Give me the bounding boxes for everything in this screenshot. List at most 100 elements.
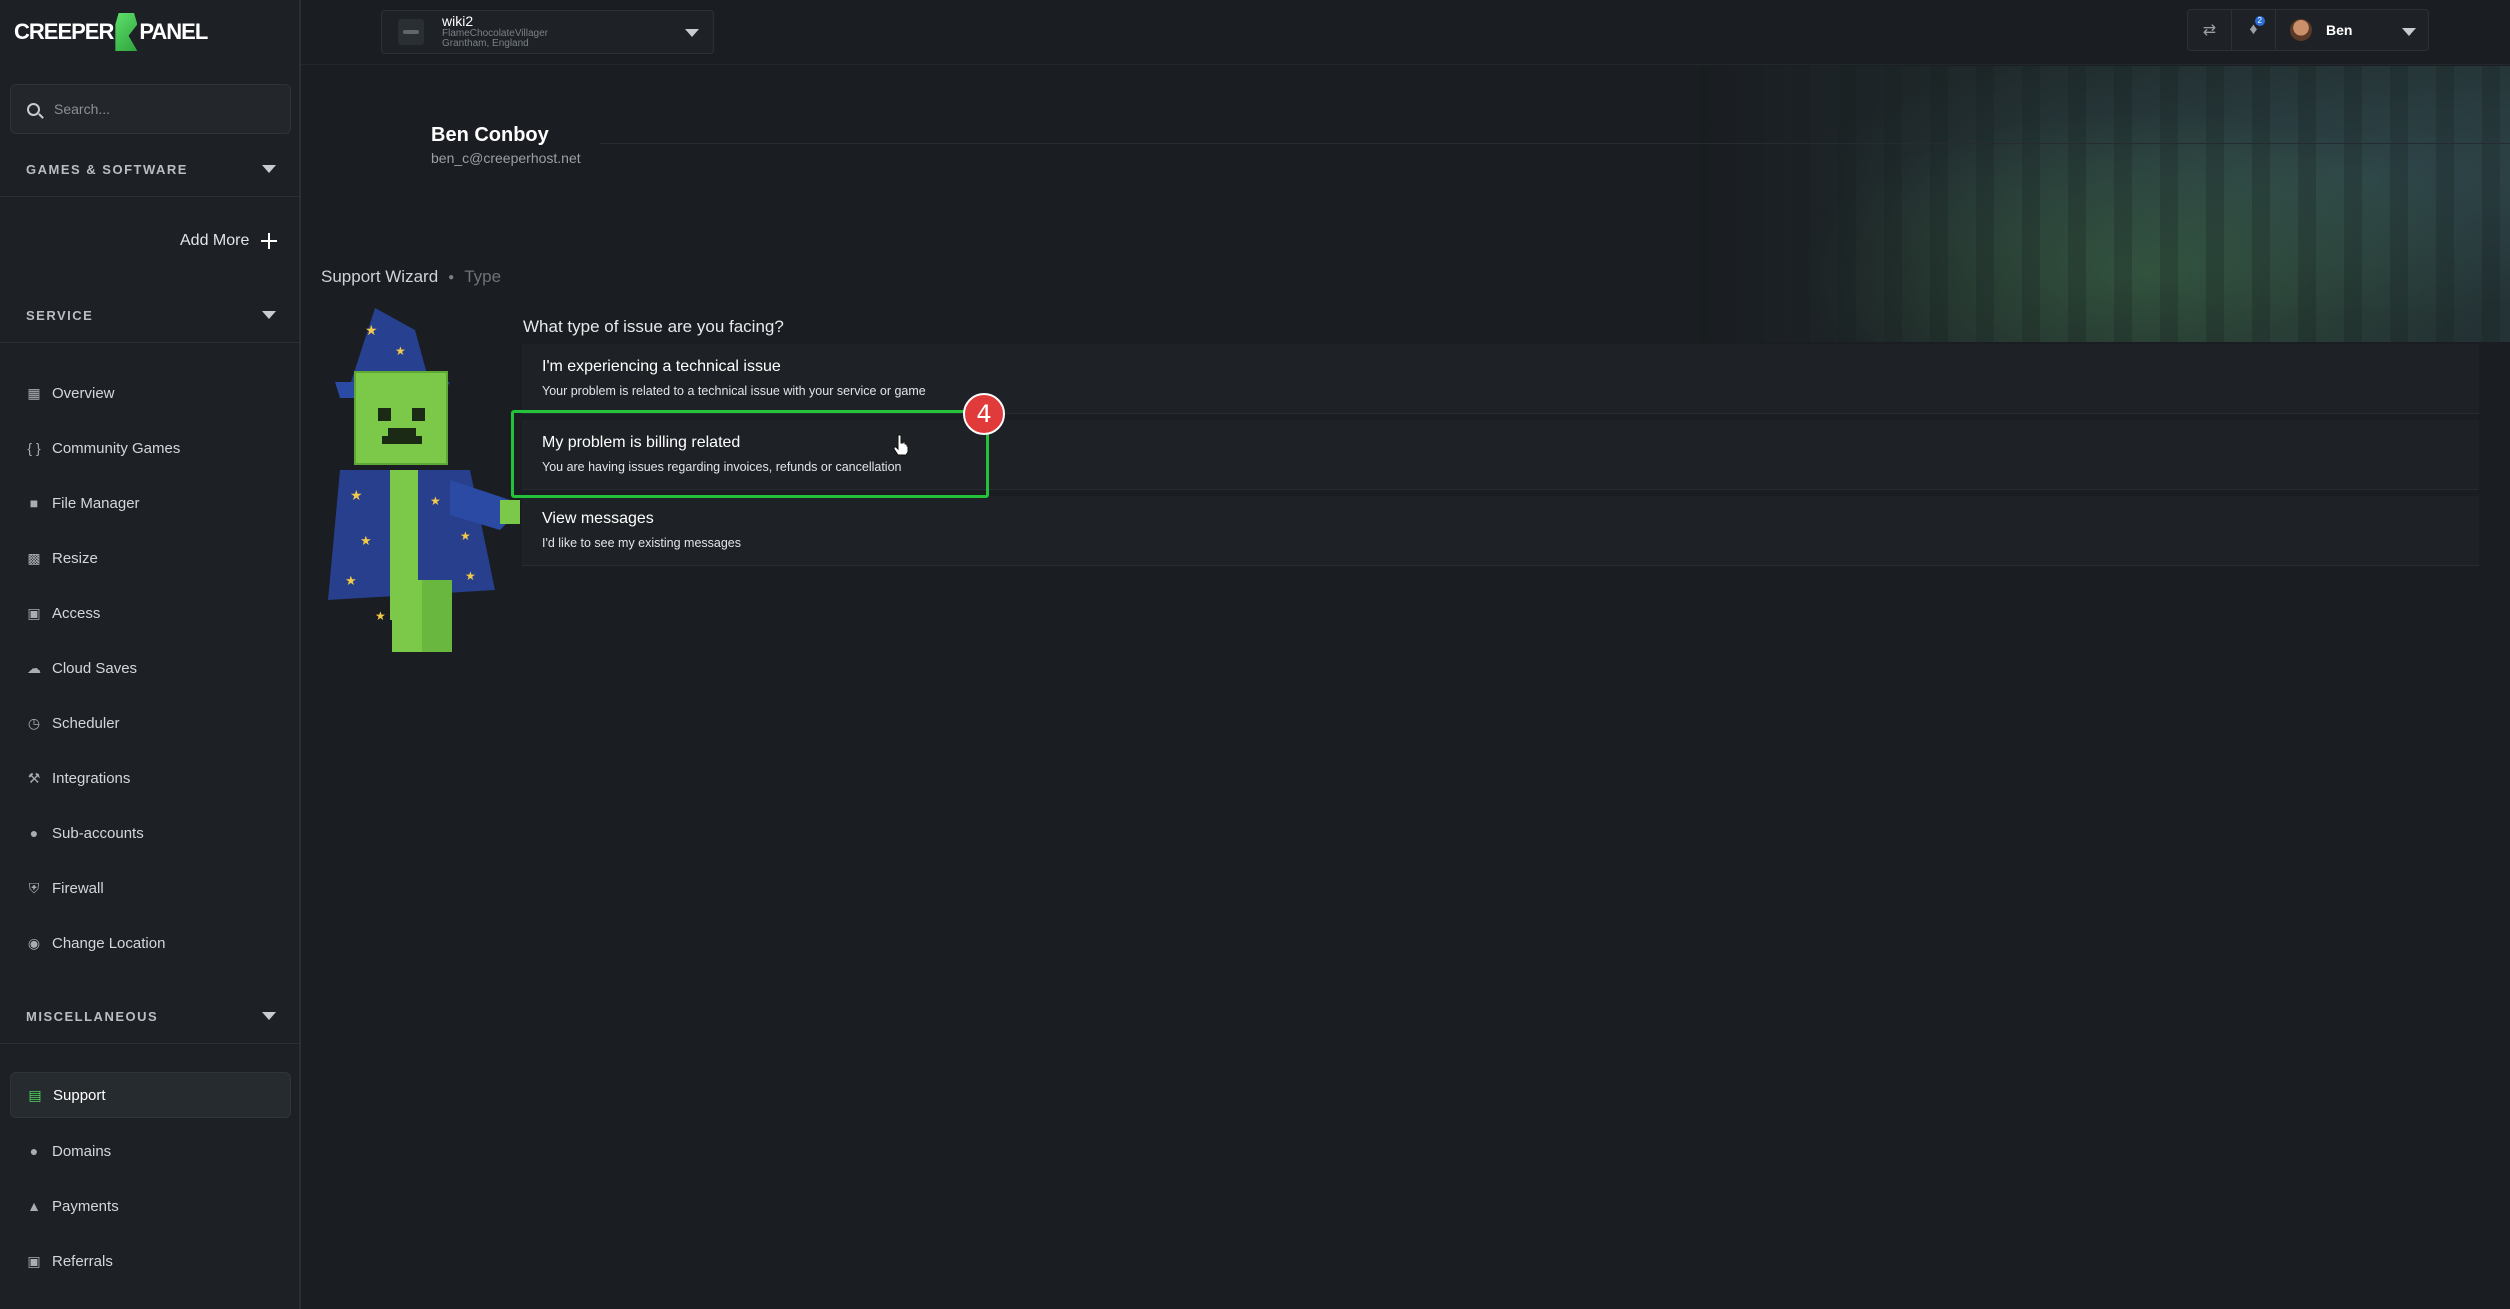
sidebar: CREEPER PANEL GAMES & SOFTWARE Add More … bbox=[0, 0, 301, 1309]
sidebar-item-label: File Manager bbox=[52, 494, 140, 512]
sidebar-item-label: Integrations bbox=[52, 769, 131, 787]
sidebar-item-integrations[interactable]: ⚒ Integrations bbox=[10, 755, 291, 801]
breadcrumb-separator-icon: ● bbox=[448, 271, 455, 283]
hand-pointer-icon bbox=[893, 434, 909, 456]
divider bbox=[301, 64, 2510, 65]
users-icon: ● bbox=[29, 825, 39, 841]
sidebar-item-label: Community Games bbox=[52, 439, 181, 457]
divider bbox=[0, 1043, 299, 1044]
svg-text:★: ★ bbox=[465, 569, 476, 583]
gift-icon: ▣ bbox=[27, 1252, 41, 1269]
svg-text:★: ★ bbox=[395, 344, 406, 358]
sidebar-item-label: Resize bbox=[52, 549, 98, 567]
section-miscellaneous[interactable]: MISCELLANEOUS bbox=[26, 1004, 276, 1028]
logo-text-left: CREEPER bbox=[14, 19, 114, 44]
plus-icon bbox=[261, 233, 278, 249]
piggy-bank-icon: ▲ bbox=[27, 1198, 41, 1214]
search-input[interactable] bbox=[54, 101, 274, 117]
svg-text:★: ★ bbox=[350, 488, 363, 504]
location-pin-icon: ◉ bbox=[27, 934, 41, 951]
sidebar-item-label: Cloud Saves bbox=[52, 659, 138, 677]
sidebar-item-file-manager[interactable]: ■ File Manager bbox=[10, 480, 291, 526]
chevron-down-icon[interactable] bbox=[262, 165, 276, 173]
hero-background-image bbox=[1700, 66, 2510, 342]
logo-text-right: PANEL bbox=[139, 19, 208, 44]
divider bbox=[0, 196, 299, 197]
breadcrumb-type: Type bbox=[464, 267, 502, 286]
sidebar-item-label: Overview bbox=[52, 384, 115, 402]
option-view-messages[interactable]: View messages I'd like to see my existin… bbox=[522, 496, 2479, 566]
section-service-label: SERVICE bbox=[26, 307, 94, 323]
server-info: wiki2 FlameChocolateVillager Grantham, E… bbox=[442, 14, 548, 50]
server-selector[interactable]: wiki2 FlameChocolateVillager Grantham, E… bbox=[381, 10, 714, 54]
sidebar-item-community-games[interactable]: { } Community Games bbox=[10, 425, 291, 471]
svg-text:★: ★ bbox=[375, 609, 386, 623]
sidebar-item-label: Firewall bbox=[52, 879, 104, 897]
option-title: View messages bbox=[542, 510, 654, 527]
wrench-icon: ⚒ bbox=[27, 769, 41, 786]
sidebar-item-label: Scheduler bbox=[52, 714, 120, 732]
chevron-down-icon[interactable] bbox=[262, 1012, 276, 1020]
folder-icon: ■ bbox=[29, 495, 39, 511]
sidebar-item-label: Domains bbox=[52, 1142, 112, 1160]
globe-icon: ● bbox=[29, 1143, 39, 1159]
server-name: wiki2 bbox=[442, 13, 474, 30]
support-icon: ▤ bbox=[28, 1086, 42, 1103]
section-games-software[interactable]: GAMES & SOFTWARE bbox=[26, 157, 276, 181]
sidebar-item-resize[interactable]: ▩ Resize bbox=[10, 535, 291, 581]
divider bbox=[0, 342, 299, 343]
sidebar-item-change-location[interactable]: ◉ Change Location bbox=[10, 920, 291, 966]
sidebar-item-scheduler[interactable]: ◷ Scheduler bbox=[10, 700, 291, 746]
sidebar-item-label: Payments bbox=[52, 1197, 119, 1215]
clock-icon: ◷ bbox=[27, 714, 41, 731]
avatar[interactable] bbox=[2290, 19, 2312, 41]
creeperpanel-logo[interactable]: CREEPER PANEL bbox=[14, 12, 208, 52]
sidebar-item-domains[interactable]: ● Domains bbox=[10, 1128, 291, 1174]
svg-text:★: ★ bbox=[430, 494, 441, 508]
sidebar-item-sub-accounts[interactable]: ● Sub-accounts bbox=[10, 810, 291, 856]
wizard-question: What type of issue are you facing? bbox=[523, 317, 784, 336]
svg-text:★: ★ bbox=[460, 529, 471, 543]
sidebar-item-firewall[interactable]: ⛨ Firewall bbox=[10, 865, 291, 911]
divider bbox=[600, 143, 2510, 144]
sidebar-item-label: Referrals bbox=[52, 1252, 113, 1270]
creeper-logo-icon bbox=[115, 13, 138, 51]
sidebar-item-label: Sub-accounts bbox=[52, 824, 144, 842]
header-controls: ⇄ ♦ 2 Ben bbox=[2187, 9, 2429, 51]
profile-name: Ben Conboy bbox=[431, 124, 549, 146]
breadcrumb: Support Wizard ● Type bbox=[321, 267, 501, 287]
sidebar-item-label: Change Location bbox=[52, 934, 166, 952]
server-thumbnail bbox=[398, 19, 424, 45]
user-menu-name[interactable]: Ben bbox=[2326, 22, 2352, 38]
shield-icon: ⛨ bbox=[28, 879, 40, 896]
grid-icon: ▦ bbox=[27, 384, 41, 401]
option-technical-issue[interactable]: I'm experiencing a technical issue Your … bbox=[522, 344, 2479, 414]
add-more-button[interactable]: Add More bbox=[180, 232, 278, 250]
users-switch-icon: ⇄ bbox=[2202, 22, 2217, 39]
chevron-down-icon[interactable] bbox=[262, 311, 276, 319]
switch-account-button[interactable]: ⇄ bbox=[2188, 10, 2232, 50]
option-description: I'd like to see my existing messages bbox=[542, 536, 741, 550]
svg-text:★: ★ bbox=[345, 574, 357, 589]
sidebar-item-overview[interactable]: ▦ Overview bbox=[10, 370, 291, 416]
sidebar-item-payments[interactable]: ▲ Payments bbox=[10, 1183, 291, 1229]
chevron-down-icon[interactable] bbox=[685, 29, 699, 37]
sidebar-item-cloud-saves[interactable]: ☁ Cloud Saves bbox=[10, 645, 291, 691]
notifications-button[interactable]: ♦ 2 bbox=[2232, 10, 2276, 50]
search-icon bbox=[27, 102, 40, 116]
option-title: I'm experiencing a technical issue bbox=[542, 358, 781, 375]
breadcrumb-support-wizard[interactable]: Support Wizard bbox=[321, 267, 438, 287]
sidebar-item-referrals[interactable]: ▣ Referrals bbox=[10, 1238, 291, 1284]
sidebar-item-support[interactable]: ▤ Support bbox=[10, 1072, 291, 1118]
notification-badge: 2 bbox=[2254, 16, 2265, 26]
sidebar-item-access[interactable]: ▣ Access bbox=[10, 590, 291, 636]
profile-email: ben_c@creeperhost.net bbox=[431, 150, 581, 166]
sidebar-item-label: Support bbox=[53, 1086, 106, 1104]
add-more-label: Add More bbox=[180, 232, 250, 249]
wizard-mascot-illustration: ★ ★ ★ ★ ★ ★ ★ ★ ★ bbox=[328, 308, 520, 652]
svg-text:★: ★ bbox=[360, 534, 372, 549]
sidebar-item-label: Access bbox=[52, 604, 101, 622]
section-service[interactable]: SERVICE bbox=[26, 303, 276, 327]
search-box[interactable] bbox=[10, 84, 291, 134]
chevron-down-icon[interactable] bbox=[2402, 28, 2416, 36]
